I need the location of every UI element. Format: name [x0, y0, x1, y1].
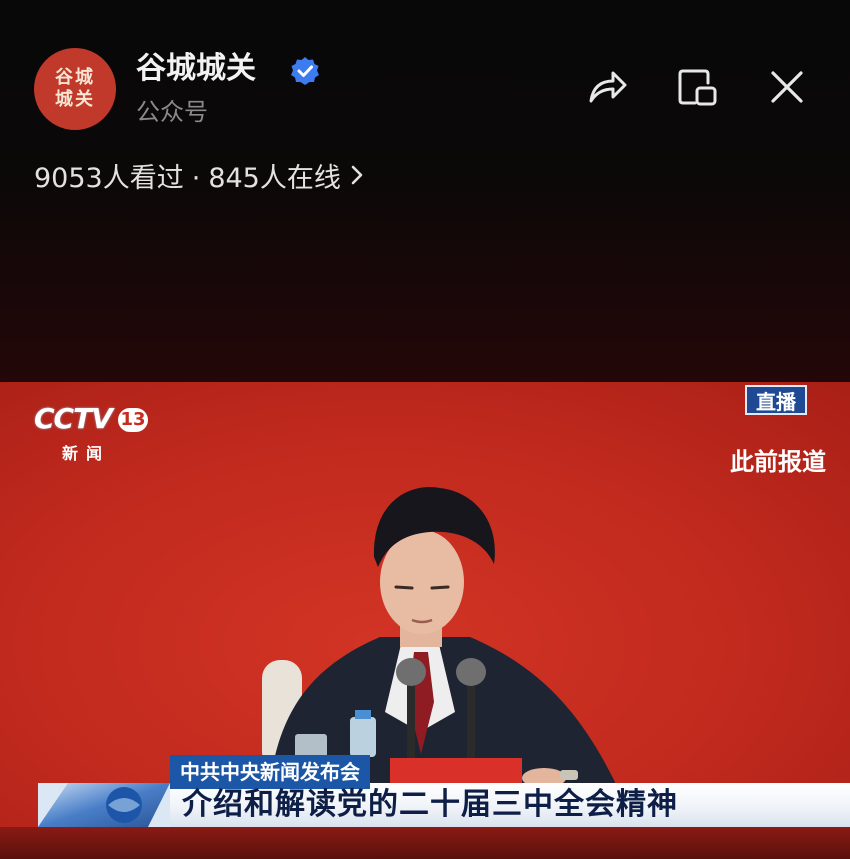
verified-badge-icon: [291, 57, 319, 85]
account-type-label: 公众号: [136, 98, 208, 126]
channel-logo-text: CCTV: [34, 402, 113, 435]
globe-icon: [38, 783, 170, 827]
desk-strip: [0, 827, 850, 859]
close-button[interactable]: [762, 62, 812, 112]
share-button[interactable]: [582, 62, 632, 112]
avatar-text-line1: 谷城: [55, 67, 95, 88]
view-stats[interactable]: 9053人看过 · 845人在线: [34, 160, 365, 198]
previous-report-label: 此前报道: [730, 448, 826, 476]
stats-separator: ·: [191, 163, 201, 194]
header-panel: 谷城 城关 谷城城关 公众号 9053人看过 · 845人在线: [0, 0, 850, 382]
close-icon: [771, 71, 803, 103]
account-name[interactable]: 谷城城关: [136, 50, 256, 88]
live-badge: 直播: [745, 385, 807, 415]
channel-sub-label: 新闻: [62, 444, 111, 463]
avatar-text-line2: 城关: [55, 89, 95, 110]
chevron-right-icon: [349, 160, 365, 198]
share-icon: [589, 71, 627, 103]
floating-window-icon: [678, 69, 717, 106]
account-avatar[interactable]: 谷城 城关: [34, 48, 116, 130]
channel-number: 13: [118, 408, 148, 432]
floating-window-button[interactable]: [672, 62, 722, 112]
live-video-player[interactable]: CCTV 13 新闻 直播 此前报道 中共中央新闻发布会 介绍和解读党的二十届三…: [0, 382, 850, 859]
lower-third-headline: 介绍和解读党的二十届三中全会精神: [182, 787, 678, 822]
channel-logo: CCTV 13 新闻: [34, 402, 154, 463]
online-count: 845人在线: [208, 163, 341, 194]
views-count: 9053人看过: [34, 163, 184, 194]
